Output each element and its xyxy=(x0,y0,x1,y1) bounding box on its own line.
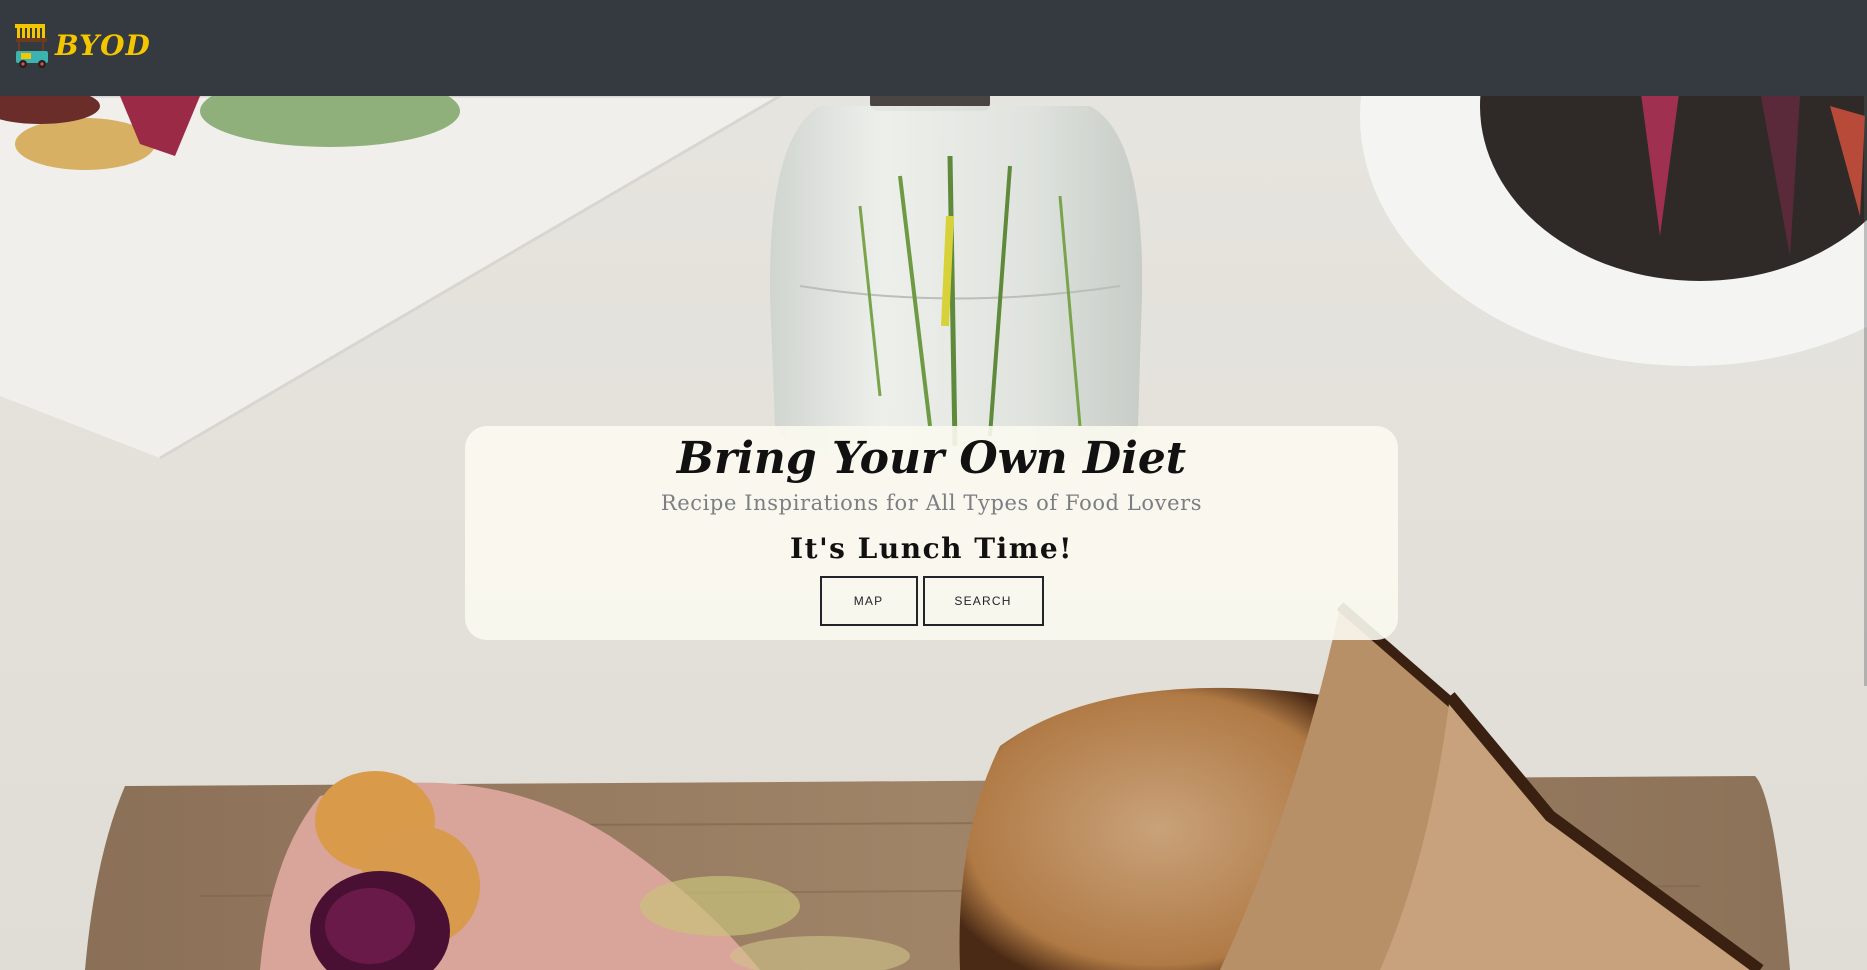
navbar: BYOD xyxy=(0,0,1867,96)
search-button[interactable]: SEARCH xyxy=(922,576,1044,626)
map-button[interactable]: MAP xyxy=(819,576,918,626)
brand-logo-link[interactable]: BYOD xyxy=(12,22,151,70)
hero-card: Bring Your Own Diet Recipe Inspirations … xyxy=(465,426,1398,640)
page: BYOD Bring Your Own Diet Recipe Inspirat… xyxy=(0,0,1867,970)
hero-button-group: MAP SEARCH xyxy=(465,576,1398,626)
meal-time-greeting: It's Lunch Time! xyxy=(790,532,1073,565)
hero-subtitle: Recipe Inspirations for All Types of Foo… xyxy=(660,491,1203,515)
food-cart-icon xyxy=(15,24,48,68)
hero-title: Bring Your Own Diet xyxy=(676,433,1187,484)
brand-name: BYOD xyxy=(55,29,151,62)
